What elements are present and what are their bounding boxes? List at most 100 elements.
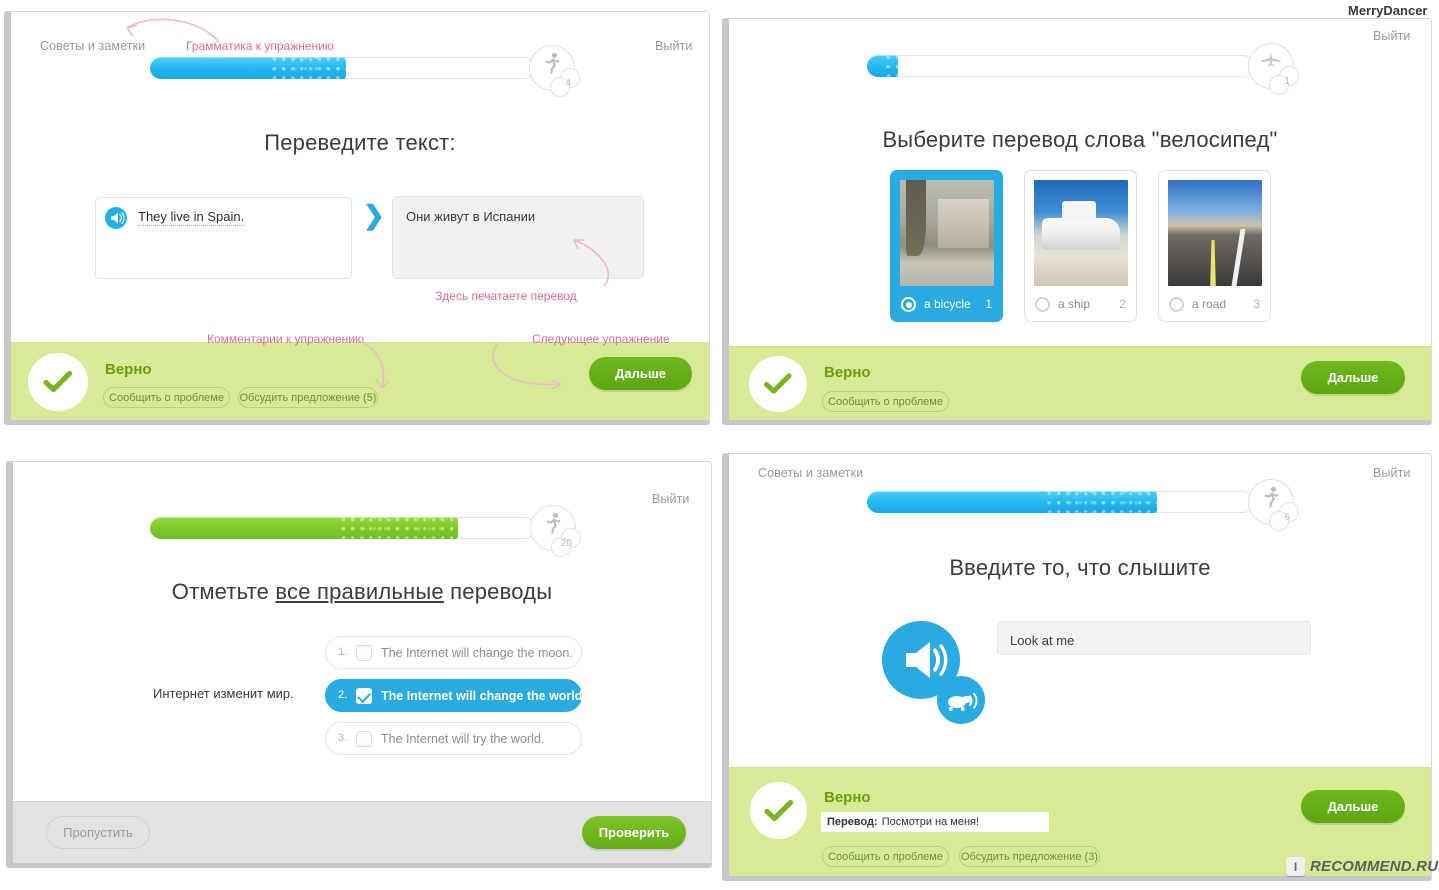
source-sentence-text: They live in Spain. xyxy=(138,209,245,226)
turtle-speaker-icon[interactable] xyxy=(937,676,985,724)
tips-and-notes-link-p4[interactable]: Советы и заметки xyxy=(758,466,863,480)
option-number-2: 2. xyxy=(338,689,348,701)
report-problem-button-p4[interactable]: Сообщить о проблеме xyxy=(822,846,949,867)
lesson-progress-p2 xyxy=(867,55,1254,77)
paddle-steamer-ship-photo xyxy=(1034,180,1128,286)
page-title-p2: Выберите перевод слова "велосипед" xyxy=(882,127,1278,152)
progress-runner-badge-p3: 20 xyxy=(530,505,581,557)
option-row-1[interactable]: 1. The Internet will change the moon. xyxy=(325,636,582,669)
tips-and-notes-link-p1[interactable]: Советы и заметки xyxy=(40,39,145,53)
result-footer-p1: Верно Сообщить о проблеме Обсудить предл… xyxy=(11,342,709,420)
status-badge-p1: Верно xyxy=(105,361,152,378)
translation-note-text: Посмотри на меня! xyxy=(881,816,980,828)
correct-check-badge xyxy=(28,353,88,411)
lesson-progress-p1 xyxy=(150,57,535,79)
choice-card-1[interactable]: a bicycle 1 xyxy=(890,170,1003,322)
title-part-2: переводы xyxy=(443,579,553,604)
option-label-3: The Internet will try the world. xyxy=(381,732,545,746)
page-title-p1: Переведите текст: xyxy=(264,130,456,155)
option-number-3: 3. xyxy=(338,732,348,744)
choice-card-3[interactable]: a road 3 xyxy=(1158,170,1271,322)
panel-select-all-correct: Выйти 20 Отметьте все правильные перевод… xyxy=(6,461,712,868)
choice-radio-3[interactable] xyxy=(1169,297,1184,312)
title-part-1: Отметьте xyxy=(171,579,276,604)
page-title-p4: Введите то, что слышите xyxy=(949,555,1211,580)
choice-label-2: a ship xyxy=(1058,297,1091,311)
progress-runner-badge-p1: 4 xyxy=(529,45,580,97)
watermark-badge-icon: I xyxy=(1286,857,1305,876)
lesson-number-p3: 20 xyxy=(560,538,572,549)
translation-note: Перевод: Посмотри на меня! xyxy=(821,812,1049,832)
lesson-number-p2: 1 xyxy=(1284,76,1290,87)
source-sentence-card: They live in Spain. xyxy=(95,197,352,279)
lesson-number-p1: 4 xyxy=(565,78,571,89)
source-sentence-p3: Интернет изменит мир. xyxy=(153,686,294,701)
translation-note-label: Перевод: xyxy=(827,816,878,828)
panel-type-what-you-hear: Советы и заметки Выйти 6 Введите то, что… xyxy=(722,453,1432,881)
correct-check-badge xyxy=(749,356,807,412)
listening-answer-value: Look at me xyxy=(1010,633,1075,648)
choice-radio-2[interactable] xyxy=(1035,297,1050,312)
progress-fill xyxy=(150,57,347,79)
check-button[interactable]: Проверить xyxy=(582,816,686,849)
annotation-comments-label: Комментарии к упражнению xyxy=(207,332,365,346)
option-checkbox-2[interactable] xyxy=(356,688,372,704)
progress-fill xyxy=(150,517,458,539)
progress-runner-badge-p4: 6 xyxy=(1248,479,1299,531)
lesson-progress-p3 xyxy=(150,517,535,539)
page-title-p3: Отметьте все правильные переводы xyxy=(13,579,711,605)
exit-link-p3[interactable]: Выйти xyxy=(652,492,690,506)
next-button-p2[interactable]: Дальше xyxy=(1301,361,1405,394)
exit-link-p4[interactable]: Выйти xyxy=(1373,466,1411,480)
lesson-number-p4: 6 xyxy=(1284,512,1290,523)
exit-link-p1[interactable]: Выйти xyxy=(655,39,693,53)
panel-select-picture: Выйти 1 Выберите перевод слова "велосипе… xyxy=(722,18,1432,425)
report-problem-button-p2[interactable]: Сообщить о проблеме xyxy=(822,391,949,412)
chevron-right-icon: ❯ xyxy=(363,200,385,230)
speaker-icon[interactable] xyxy=(105,207,127,229)
title-part-underlined: все правильные xyxy=(275,579,444,604)
lesson-progress-p4 xyxy=(867,491,1254,513)
progress-track xyxy=(867,55,1254,77)
panel-translate-text: Советы и заметки Выйти 4 Переведите текс… xyxy=(4,11,710,425)
option-number-1: 1. xyxy=(338,646,348,658)
progress-airplane-badge-p2: 1 xyxy=(1248,43,1299,95)
choice-number-1: 1 xyxy=(985,297,992,311)
screenshot-root: Советы и заметки Выйти 4 Переведите текс… xyxy=(0,0,1439,890)
exit-link-p2[interactable]: Выйти xyxy=(1373,29,1411,43)
option-label-2: The Internet will change the world. xyxy=(381,689,586,703)
runner-icon xyxy=(530,52,574,78)
listening-answer-input[interactable]: Look at me xyxy=(997,621,1311,655)
translation-answer-text: Они живут в Испании xyxy=(406,209,536,224)
annotation-next-label: Следующее упражнение xyxy=(532,332,670,346)
option-row-2[interactable]: 2. The Internet will change the world. xyxy=(325,679,586,712)
choice-card-2[interactable]: a ship 2 xyxy=(1024,170,1137,322)
watermark: I RECOMMEND.RU xyxy=(1286,857,1438,876)
discuss-sentence-button-p1[interactable]: Обсудить предложение (5) xyxy=(238,387,378,408)
option-row-3[interactable]: 3. The Internet will try the world. xyxy=(325,722,582,755)
option-checkbox-3[interactable] xyxy=(356,731,372,747)
discuss-sentence-button-p4[interactable]: Обсудить предложение (3) xyxy=(959,846,1100,867)
watermark-text: RECOMMEND.RU xyxy=(1310,858,1439,875)
option-checkbox-1[interactable] xyxy=(356,645,372,661)
airplane-icon xyxy=(1249,50,1293,72)
choice-label-1: a bicycle xyxy=(924,297,971,311)
username-label: MerryDancer xyxy=(1348,3,1428,18)
result-footer-p2: Верно Сообщить о проблеме Дальше xyxy=(729,346,1431,420)
option-label-1: The Internet will change the moon. xyxy=(381,646,573,660)
translation-input-box[interactable]: Они живут в Испании xyxy=(392,196,644,279)
correct-check-badge xyxy=(750,782,807,839)
runner-icon xyxy=(531,512,575,538)
choice-radio-1[interactable] xyxy=(901,297,916,312)
progress-fill xyxy=(867,491,1158,513)
next-button-p1[interactable]: Дальше xyxy=(589,357,692,390)
annotation-grammar-label: Грамматика к упражнению xyxy=(186,39,334,53)
skip-button[interactable]: Пропустить xyxy=(46,816,150,849)
runner-icon xyxy=(1249,486,1293,512)
street-with-bicycle-photo xyxy=(900,180,994,286)
next-button-p4[interactable]: Дальше xyxy=(1301,790,1405,823)
annotation-type-here-label: Здесь печатаете перевод xyxy=(435,289,577,303)
report-problem-button-p1[interactable]: Сообщить о проблеме xyxy=(103,387,230,408)
desert-road-photo xyxy=(1168,180,1262,286)
progress-fill xyxy=(867,55,898,77)
